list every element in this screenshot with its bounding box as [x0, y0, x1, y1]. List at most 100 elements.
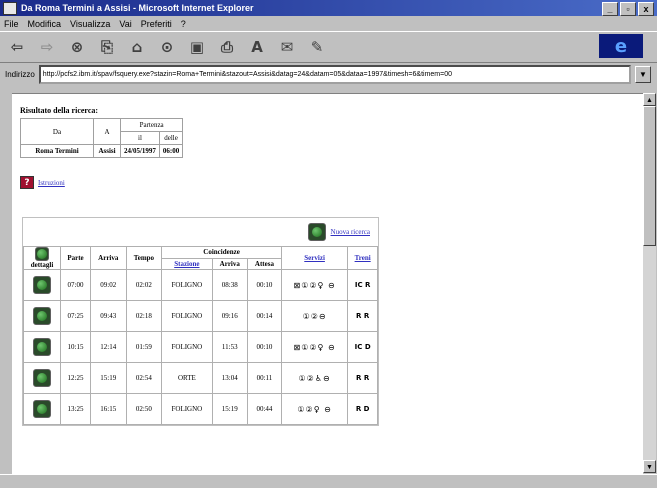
details-button-icon[interactable]: [33, 369, 51, 387]
window-titlebar: Da Roma Termini a Assisi - Microsoft Int…: [0, 0, 657, 16]
header-stazione: Stazione: [161, 257, 213, 270]
cell-parte: 07:25: [59, 300, 92, 332]
cell-arriva: 15:19: [90, 362, 127, 394]
cell-treni: R R: [347, 362, 378, 394]
cell-arriva2: 09:16: [211, 300, 249, 332]
summary-time: 06:00: [158, 144, 184, 158]
details-button-icon[interactable]: [33, 276, 51, 294]
new-search-link[interactable]: Nuova ricerca: [331, 228, 370, 236]
servizi-link[interactable]: Servizi: [304, 254, 325, 262]
train-row: 07:00 09:02 02:02 FOLIGNO 08:38 00:10 ⊠①②♀ ⊖ IC…: [23, 269, 378, 301]
scroll-up-icon[interactable]: ▲: [643, 93, 656, 106]
toolbar: ⇦ ⇨ ⊗ ⎘ ⌂ ⊙ ▣ ⎙ A ✉ ✎ e: [0, 31, 657, 63]
menu-file[interactable]: File: [4, 19, 19, 29]
window-title: Da Roma Termini a Assisi - Microsoft Int…: [21, 3, 254, 13]
minimize-button[interactable]: _: [602, 2, 618, 16]
summary-header-da: Da: [20, 118, 94, 145]
stazione-link[interactable]: Stazione: [174, 260, 199, 268]
new-search-icon[interactable]: [307, 223, 326, 241]
app-icon: [3, 1, 17, 15]
cell-treni: R R: [347, 300, 378, 332]
summary-a: Assisi: [93, 144, 121, 158]
train-row: 10:15 12:14 01:59 FOLIGNO 11:53 00:10 ⊠①②♀ ⊖ IC…: [23, 331, 378, 363]
details-button-icon[interactable]: [33, 400, 51, 418]
summary-header-il: il: [120, 131, 160, 145]
print-icon[interactable]: ⎙: [214, 36, 240, 58]
cell-servizi: ⊠①②♀ ⊖: [280, 269, 349, 301]
menu-help[interactable]: ?: [181, 19, 186, 29]
menu-vai[interactable]: Vai: [119, 19, 131, 29]
cell-attesa: 00:11: [247, 362, 282, 394]
header-coincidenze: Coincidenze: [161, 246, 282, 259]
menu-modifica[interactable]: Modifica: [28, 19, 62, 29]
istruzioni-row: ? Istruzioni: [20, 176, 635, 189]
header-dettagli: dettagli: [23, 246, 61, 270]
trains-table: dettagli Parte Arriva Tempo Coincidenze …: [23, 246, 378, 425]
cell-arriva2: 13:04: [211, 362, 249, 394]
summary-table: Da A Partenza il delle Roma Termini Assi…: [20, 118, 184, 158]
cell-arriva2: 15:19: [211, 393, 249, 425]
mail-icon[interactable]: ✉: [274, 36, 300, 58]
refresh-icon[interactable]: ⎘: [94, 36, 120, 58]
cell-servizi: ①②⊖: [280, 300, 349, 332]
address-input[interactable]: http://pcfs2.ibm.it/spav/fsquery.exe?sta…: [38, 64, 631, 84]
font-icon[interactable]: A: [244, 36, 270, 58]
header-attesa: Attesa: [247, 257, 282, 270]
address-bar: Indirizzo http://pcfs2.ibm.it/spav/fsque…: [0, 63, 657, 85]
cell-parte: 13:25: [59, 393, 92, 425]
favorites-icon[interactable]: ▣: [184, 36, 210, 58]
home-icon[interactable]: ⌂: [124, 36, 150, 58]
cell-attesa: 00:10: [247, 331, 282, 363]
cell-tempo: 02:54: [125, 362, 163, 394]
train-row: 12:25 15:19 02:54 ORTE 13:04 00:11 ①②♿⊖ R R: [23, 362, 378, 394]
cell-arriva: 12:14: [90, 331, 127, 363]
cell-stazione: FOLIGNO: [161, 269, 213, 301]
summary-header-partenza: Partenza: [119, 118, 184, 132]
cell-dettagli: [23, 393, 61, 425]
cell-tempo: 02:02: [125, 269, 163, 301]
cell-tempo: 02:18: [125, 300, 163, 332]
vertical-scrollbar[interactable]: ▲ ▼: [643, 93, 656, 473]
header-arriva: Arriva: [90, 246, 127, 270]
cell-arriva: 09:02: [90, 269, 127, 301]
status-bar: [0, 474, 657, 488]
results-heading: Risultato della ricerca:: [20, 106, 99, 115]
scroll-down-icon[interactable]: ▼: [643, 460, 656, 473]
address-dropdown-icon[interactable]: ▼: [635, 65, 651, 83]
search-icon[interactable]: ⊙: [154, 36, 180, 58]
cell-stazione: ORTE: [161, 362, 213, 394]
scroll-thumb[interactable]: [643, 106, 656, 246]
cell-arriva: 09:43: [90, 300, 127, 332]
cell-parte: 10:15: [59, 331, 92, 363]
cell-tempo: 02:50: [125, 393, 163, 425]
back-icon[interactable]: ⇦: [4, 36, 30, 58]
treni-link[interactable]: Treni: [355, 254, 371, 262]
train-row: 07:25 09:43 02:18 FOLIGNO 09:16 00:14 ①②⊖ R R: [23, 300, 378, 332]
cell-dettagli: [23, 362, 61, 394]
help-icon[interactable]: ?: [20, 176, 34, 189]
cell-tempo: 01:59: [125, 331, 163, 363]
close-button[interactable]: x: [638, 2, 654, 16]
header-servizi: Servizi: [280, 246, 349, 270]
summary-header-dalle: delle: [158, 131, 184, 145]
details-button-icon[interactable]: [33, 307, 51, 325]
menu-preferiti[interactable]: Preferiti: [141, 19, 172, 29]
menu-visualizza[interactable]: Visualizza: [70, 19, 110, 29]
forward-icon[interactable]: ⇨: [34, 36, 60, 58]
cell-parte: 12:25: [59, 362, 92, 394]
results-table-wrapper: Nuova ricerca dettagli Parte Arriva Temp…: [22, 217, 379, 426]
edit-icon[interactable]: ✎: [304, 36, 330, 58]
cell-attesa: 00:14: [247, 300, 282, 332]
header-tempo: Tempo: [125, 246, 163, 270]
cell-attesa: 00:10: [247, 269, 282, 301]
stop-icon[interactable]: ⊗: [64, 36, 90, 58]
ie-logo-icon: e: [599, 34, 643, 58]
cell-dettagli: [23, 269, 61, 301]
summary-da: Roma Termini: [20, 144, 94, 158]
details-button-icon[interactable]: [33, 338, 51, 356]
maximize-button[interactable]: ▫: [620, 2, 636, 16]
istruzioni-link[interactable]: Istruzioni: [38, 179, 65, 187]
cell-treni: IC D: [347, 331, 378, 363]
page-content: Risultato della ricerca: Da A Partenza i…: [12, 93, 643, 474]
cell-dettagli: [23, 331, 61, 363]
